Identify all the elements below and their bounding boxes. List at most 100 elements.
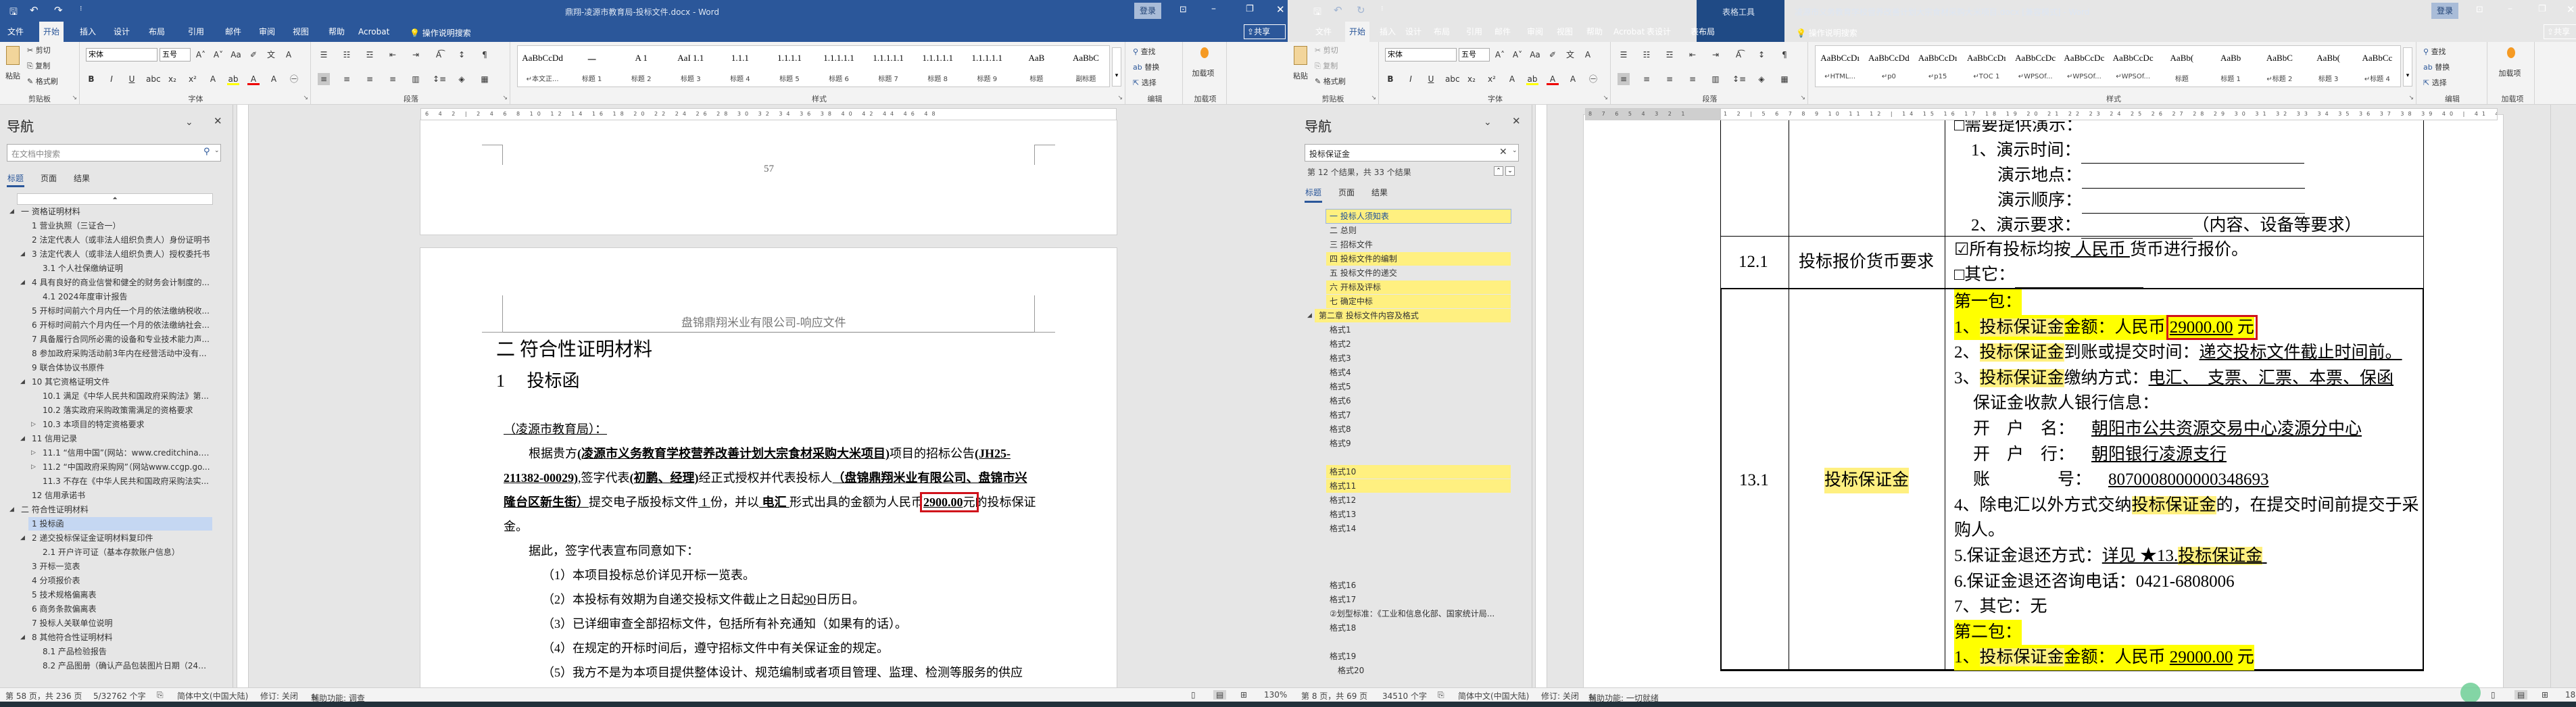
font-name-dropdown[interactable]: 宋体	[86, 48, 157, 62]
nav-heading-item[interactable]: 3 法定代表人（或非法人组织负责人）授权委托书	[32, 247, 210, 262]
grow-font-icon[interactable]: A˄	[1494, 49, 1506, 61]
show-marks-icon[interactable]: ¶	[479, 49, 491, 61]
styles-group-launcher-icon[interactable]: ↘	[1117, 95, 1123, 101]
expanded-triangle-icon[interactable]: ◢	[9, 205, 14, 219]
nav-tab-results[interactable]: 结果	[1371, 187, 1388, 198]
nav-options-chevron-icon[interactable]: ⌄	[1484, 117, 1492, 128]
close-icon[interactable]: ✕	[1276, 3, 1285, 16]
nav-heading-item[interactable]: 11 信用记录	[32, 432, 77, 446]
customize-quick-access-icon[interactable]: ⁝	[80, 4, 82, 13]
signin-button[interactable]: 登录	[2431, 3, 2458, 19]
character-shading-icon[interactable]: A	[1567, 73, 1579, 85]
nav-heading-item[interactable]: 格式2	[1330, 337, 1351, 351]
distributed-icon[interactable]: ▥	[410, 73, 422, 85]
nav-heading-item[interactable]: 格式3	[1330, 351, 1351, 366]
undo-icon[interactable]: ↶	[30, 4, 39, 16]
redo-icon[interactable]: ↻	[1357, 4, 1365, 16]
shrink-font-icon[interactable]: A˅	[1511, 49, 1524, 61]
ribbon-display-options-icon[interactable]: ⊡	[1180, 5, 1187, 15]
nav-heading-item[interactable]: 10 其它资格证明文件	[32, 375, 110, 389]
nav-heading-item[interactable]: 一 投标人须知表	[1330, 210, 1389, 224]
style-item[interactable]: AaBbCcDc ↵WPSOf...	[2060, 46, 2108, 87]
font-group-launcher-icon[interactable]: ↘	[303, 95, 308, 101]
nav-heading-item[interactable]: 格式10	[1330, 465, 1356, 479]
clipboard-group-launcher-icon[interactable]: ↘	[72, 95, 77, 101]
font-color-icon[interactable]: A	[1547, 73, 1559, 85]
tab-9[interactable]: 帮助	[1582, 22, 1607, 42]
next-result-button[interactable]: ⌄	[1505, 166, 1515, 176]
style-item[interactable]: 1.1.1.1.1 标题 6	[815, 46, 864, 87]
nav-heading-item[interactable]: 8.2 产品图册（确认产品包装图片日期（24年...	[43, 659, 212, 673]
redo-icon[interactable]: ↷	[54, 4, 63, 16]
nav-tab-headings[interactable]: 标题	[7, 172, 24, 184]
change-case-icon[interactable]: Aa	[1529, 49, 1541, 61]
nav-heading-item[interactable]: 二 总则	[1330, 224, 1357, 238]
style-item[interactable]: AaI 1.1 标题 3	[666, 46, 715, 87]
nav-heading-item[interactable]: 格式14	[1330, 522, 1356, 536]
tab-1[interactable]: 开始	[1345, 22, 1370, 42]
expanded-triangle-icon[interactable]: ◢	[20, 432, 25, 446]
status-page[interactable]: 第 58 页，共 236 页	[5, 690, 82, 702]
tell-me-search[interactable]: 💡 操作说明搜索	[1796, 27, 1857, 39]
minimize-icon[interactable]: –	[1211, 3, 1216, 14]
superscript-icon[interactable]: x²	[187, 73, 199, 85]
tab-6[interactable]: 邮件	[1490, 22, 1515, 42]
nav-heading-item[interactable]: 4.1 2024年度审计报告	[43, 290, 127, 304]
clear-formatting-icon[interactable]: ✐	[247, 49, 260, 61]
nav-heading-item[interactable]: 5 开标时间前六个月内任一个月的依法缴纳税收...	[32, 304, 210, 318]
tab-2[interactable]: 插入	[1376, 22, 1400, 42]
italic-icon[interactable]: I	[1405, 73, 1417, 85]
print-layout-icon[interactable]: ▤	[1213, 690, 1227, 700]
cut-button[interactable]: ✂ 剪切	[1315, 45, 1338, 55]
status-word-count[interactable]: 5/32762 个字	[93, 690, 146, 702]
nav-heading-item[interactable]: 7 具备履行合同所必需的设备和专业技术能力声...	[32, 333, 210, 347]
nav-heading-item[interactable]: 格式20	[1338, 664, 1364, 678]
bold-icon[interactable]: B	[85, 73, 97, 85]
increase-indent-icon[interactable]: ⇥	[410, 49, 422, 61]
nav-heading-item[interactable]: 10.2 落实政府采购政策需满足的资格要求	[43, 404, 193, 418]
underline-icon[interactable]: U	[1425, 73, 1437, 85]
save-icon[interactable]: 🖫	[9, 5, 18, 21]
nav-heading-item[interactable]: 12 信用承诺书	[32, 489, 85, 503]
nav-heading-item[interactable]: 六 开标及评标	[1330, 281, 1381, 295]
addins-icon[interactable]	[2507, 47, 2515, 58]
paste-icon[interactable]	[6, 46, 20, 65]
nav-heading-item[interactable]: 11.3 不存在《中华人民共和国政府采购法实...	[43, 474, 209, 489]
undo-icon[interactable]: ↶	[1334, 4, 1342, 16]
show-marks-icon[interactable]: ¶	[1778, 49, 1791, 61]
signin-button[interactable]: 登录	[1134, 3, 1161, 19]
shading-icon[interactable]: ◈	[1755, 73, 1768, 85]
nav-tab-pages[interactable]: 页面	[41, 172, 57, 184]
print-layout-icon[interactable]: ▤	[2514, 690, 2528, 700]
find-button[interactable]: ⚲ 查找	[1133, 46, 1156, 57]
clear-formatting-icon[interactable]: ✐	[1547, 49, 1559, 61]
numbering-icon[interactable]: ☷	[1641, 49, 1653, 61]
distributed-icon[interactable]: ▥	[1709, 73, 1722, 85]
style-item[interactable]: 1.1.1.1.1 标题 9	[963, 46, 1012, 87]
expanded-triangle-icon[interactable]: ◢	[20, 631, 25, 645]
tell-me-search[interactable]: 💡 操作说明搜索	[410, 27, 471, 39]
previous-result-button[interactable]: ⌃	[1494, 166, 1503, 176]
nav-heading-item[interactable]: 3 开标一览表	[32, 560, 80, 574]
style-item[interactable]: AaB 标题	[1012, 46, 1061, 87]
style-item[interactable]: AaBb 标题 1	[2206, 46, 2255, 87]
nav-heading-item[interactable]: 二 符合性证明材料	[21, 503, 89, 517]
tab-3[interactable]: 设计	[1401, 22, 1426, 42]
nav-heading-item[interactable]: 4 分项报价表	[32, 574, 80, 588]
nav-heading-item[interactable]: 10.3 本项目的特定资格要求	[43, 418, 145, 432]
align-left-icon[interactable]: ≡	[318, 73, 330, 85]
style-item[interactable]: AaBbCcDı ↵TOC 1	[1962, 46, 2011, 87]
copy-button[interactable]: ⎘ 复制	[27, 60, 50, 71]
nav-tab-pages[interactable]: 页面	[1338, 187, 1355, 198]
borders-icon[interactable]: ▦	[479, 73, 491, 85]
status-word-count[interactable]: 34510 个字	[1382, 690, 1427, 702]
nav-heading-item[interactable]: 4 具有良好的商业信誉和健全的财务会计制度的...	[32, 276, 210, 290]
line-spacing-icon[interactable]: ↕≡	[1732, 73, 1746, 85]
clipboard-group-launcher-icon[interactable]: ↘	[1371, 95, 1376, 101]
cut-button[interactable]: ✂ 剪切	[27, 45, 51, 55]
styles-more-icon[interactable]: ▾	[1112, 47, 1121, 87]
grow-font-icon[interactable]: A˄	[195, 49, 207, 61]
expanded-triangle-icon[interactable]: ◢	[20, 276, 25, 290]
nav-heading-item[interactable]: 七 确定中标	[1330, 295, 1373, 309]
tab-4[interactable]: 布局	[145, 22, 169, 42]
